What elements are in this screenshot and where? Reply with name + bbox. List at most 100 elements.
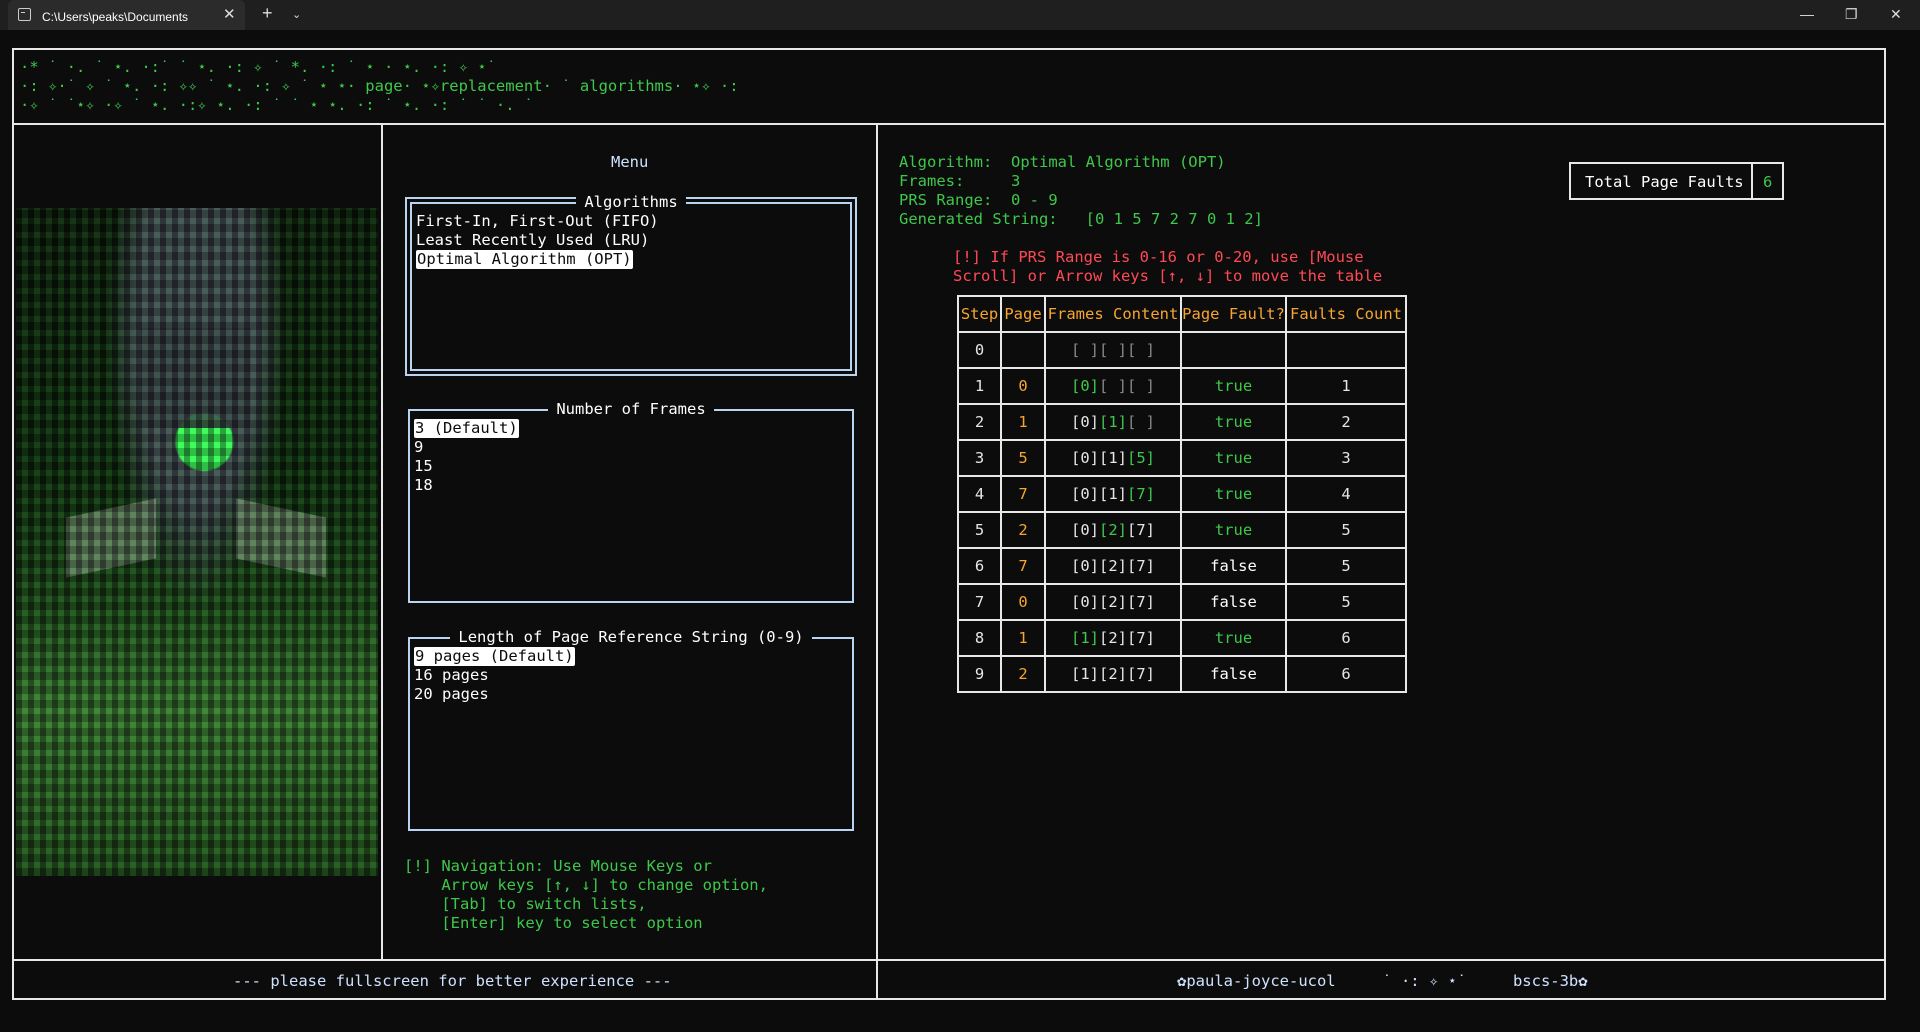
info-algorithm: Algorithm: Optimal Algorithm (OPT) (899, 153, 1226, 171)
terminal-icon (18, 8, 31, 21)
frame-border-left (12, 48, 14, 1000)
option-lru[interactable]: Least Recently Used (LRU) (416, 231, 649, 250)
page-cell: 2 (1000, 511, 1046, 549)
header-page: Page (1000, 295, 1046, 333)
info-generated-string: Generated String: [0 1 5 7 2 7 0 1 2] (899, 210, 1263, 228)
page-replacement-table[interactable]: Step Page Frames Content Page Fault? Fau… (957, 295, 1407, 693)
tab-title: C:\Users\peaks\Documents (42, 10, 189, 24)
option-frames-3[interactable]: 3 (Default) (414, 419, 519, 438)
option-prs-9[interactable]: 9 pages (Default) (414, 647, 575, 666)
frames-cell: [ ][ ][ ] (1044, 331, 1182, 369)
navigation-hint: [!] Navigation: Use Mouse Keys or Arrow … (404, 857, 768, 932)
page-fault-cell: false (1180, 547, 1287, 585)
frame-slot: [2] (1099, 664, 1127, 683)
page-cell: 5 (1000, 439, 1046, 477)
step-cell: 9 (957, 655, 1002, 693)
prs-length-list[interactable]: Length of Page Reference String (0-9) 9 … (408, 628, 854, 831)
art-mosaic (16, 208, 378, 876)
table-row: 8 1 [1][2][7] true 6 (957, 619, 1407, 657)
page-fault-cell (1180, 331, 1287, 369)
frame-slot: [1] (1099, 484, 1127, 503)
page-fault-cell: false (1180, 655, 1287, 693)
option-frames-18[interactable]: 18 (414, 476, 433, 495)
faults-count-cell: 1 (1285, 367, 1407, 405)
terminal-tab[interactable]: C:\Users\peaks\Documents ✕ (8, 0, 245, 30)
divider-results (876, 123, 878, 1000)
step-cell: 3 (957, 439, 1002, 477)
frame-border-header (12, 123, 1886, 125)
frame-slot: [1] (1099, 448, 1127, 467)
frames-cell: [0][2][7] (1044, 547, 1182, 585)
frame-slot: [2] (1099, 520, 1127, 539)
table-row: 1 0 [0][ ][ ] true 1 (957, 367, 1407, 405)
option-prs-20[interactable]: 20 pages (414, 685, 489, 704)
step-cell: 8 (957, 619, 1002, 657)
frames-title: Number of Frames (410, 400, 852, 419)
frame-slot: [2] (1099, 628, 1127, 647)
option-frames-15[interactable]: 15 (414, 457, 433, 476)
option-opt[interactable]: Optimal Algorithm (OPT) (416, 250, 633, 269)
faults-count-cell: 4 (1285, 475, 1407, 513)
frame-slot: [5] (1127, 448, 1155, 467)
page-cell (1000, 331, 1046, 369)
step-cell: 5 (957, 511, 1002, 549)
step-cell: 6 (957, 547, 1002, 585)
frames-list[interactable]: Number of Frames 3 (Default) 9 15 18 (408, 400, 854, 603)
table-row: 2 1 [0][1][ ] true 2 (957, 403, 1407, 441)
option-frames-9[interactable]: 9 (414, 438, 423, 457)
frame-slot: [0] (1071, 484, 1099, 503)
table-row: 3 5 [0][1][5] true 3 (957, 439, 1407, 477)
frame-border-bottom (12, 998, 1886, 1000)
frame-slot: [2] (1099, 592, 1127, 611)
table-row: 6 7 [0][2][7] false 5 (957, 547, 1407, 585)
frames-cell: [0][2][7] (1044, 583, 1182, 621)
maximize-button[interactable]: ❐ (1845, 5, 1858, 24)
option-fifo[interactable]: First-In, First-Out (FIFO) (416, 212, 659, 231)
faults-count-cell: 6 (1285, 619, 1407, 657)
table-row: 7 0 [0][2][7] false 5 (957, 583, 1407, 621)
close-window-button[interactable]: ✕ (1890, 5, 1902, 24)
header-step: Step (957, 295, 1002, 333)
frame-slot: [0] (1071, 556, 1099, 575)
page-fault-cell: true (1180, 439, 1287, 477)
fullscreen-notice: --- please fullscreen for better experie… (233, 972, 672, 990)
page-cell: 1 (1000, 403, 1046, 441)
algorithms-list[interactable]: Algorithms First-In, First-Out (FIFO) Le… (405, 193, 857, 376)
page-cell: 7 (1000, 547, 1046, 585)
frame-slot: [ ] (1099, 376, 1127, 395)
minimize-button[interactable]: — (1800, 5, 1814, 24)
total-page-faults-value: 6 (1763, 173, 1773, 191)
frames-cell: [0][2][7] (1044, 511, 1182, 549)
step-cell: 2 (957, 403, 1002, 441)
new-tab-button[interactable]: + (262, 4, 273, 23)
frames-cell: [1][2][7] (1044, 619, 1182, 657)
scroll-warning-line2: Scroll] or Arrow keys [↑, ↓] to move the… (953, 267, 1383, 285)
frame-slot: [ ] (1127, 376, 1155, 395)
window-titlebar: C:\Users\peaks\Documents ✕ + ⌄ — ❐ ✕ (0, 0, 1920, 30)
faults-count-cell: 5 (1285, 583, 1407, 621)
header-frames-content: Frames Content (1044, 295, 1182, 333)
page-cell: 0 (1000, 583, 1046, 621)
tab-close-icon[interactable]: ✕ (223, 5, 236, 24)
total-page-faults-label: Total Page Faults (1585, 173, 1744, 191)
frame-slot: [1] (1071, 664, 1099, 683)
frames-cell: [1][2][7] (1044, 655, 1182, 693)
option-prs-16[interactable]: 16 pages (414, 666, 489, 685)
table-row: 5 2 [0][2][7] true 5 (957, 511, 1407, 549)
algorithms-title: Algorithms (412, 193, 850, 212)
tab-dropdown-icon[interactable]: ⌄ (292, 6, 301, 25)
pixel-art-image (16, 208, 378, 876)
author-signature: ✿paula-joyce-ucol ˙ ·: ✧ ⋆˙ bscs-3b✿ (1177, 972, 1588, 990)
table-header-row: Step Page Frames Content Page Fault? Fau… (957, 295, 1407, 333)
frame-border-right (1884, 48, 1886, 1000)
frame-slot: [7] (1127, 628, 1155, 647)
prs-length-title: Length of Page Reference String (0-9) (410, 628, 852, 647)
step-cell: 0 (957, 331, 1002, 369)
faults-count-cell: 3 (1285, 439, 1407, 477)
frame-slot: [0] (1071, 520, 1099, 539)
frame-slot: [0] (1071, 592, 1099, 611)
faults-count-cell (1285, 331, 1407, 369)
frame-slot: [ ] (1127, 412, 1155, 431)
ascii-banner: ·* ˙ ·. ˙ ⋆. ·:˙ ˙ ⋆. ·: ✧ ˙ *. ·: ˙ ⋆ ·… (20, 58, 739, 115)
frame-slot: [2] (1099, 556, 1127, 575)
